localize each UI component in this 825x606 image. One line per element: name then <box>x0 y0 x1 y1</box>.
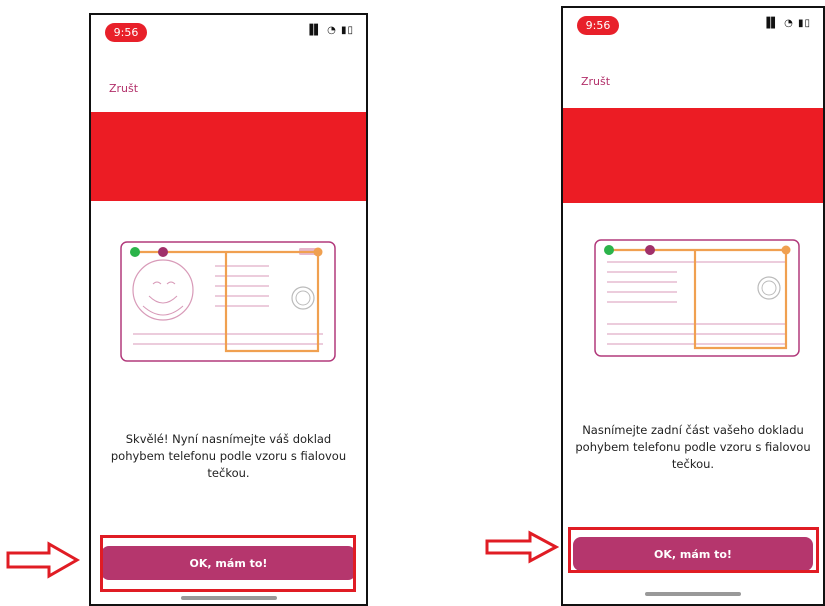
phone-screen-back: 9:56 ▐▌ ◔ ▮▯ Zrušt Nasnímejte zadní část… <box>561 6 825 606</box>
home-indicator <box>180 596 277 600</box>
status-icons: ▐▌ ◔ ▮▯ <box>305 25 354 36</box>
ok-button[interactable]: OK, mám to! <box>573 537 813 571</box>
path-start-dot <box>130 247 140 257</box>
instruction-text: Skvělé! Nyní nasnímejte váš doklad pohyb… <box>110 432 347 480</box>
path-end-dot <box>313 247 323 257</box>
battery-icon: ▮▯ <box>797 18 811 29</box>
wifi-icon: ◔ <box>784 18 794 29</box>
purple-guide-dot <box>645 245 655 255</box>
path-end-dot <box>781 245 791 255</box>
status-icons: ▐▌ ◔ ▮▯ <box>762 18 811 29</box>
purple-guide-dot <box>158 247 168 257</box>
right-arrow-icon <box>6 541 80 579</box>
signal-icon: ▐▌ <box>762 18 780 29</box>
ok-button[interactable]: OK, mám to! <box>101 546 356 580</box>
instruction-text: Nasnímejte zadní část vašeho dokladu poh… <box>575 423 811 471</box>
time-indicator: 9:56 <box>105 23 147 42</box>
cancel-link[interactable]: Zrušt <box>581 75 610 88</box>
cancel-link[interactable]: Zrušt <box>109 82 138 95</box>
id-card-front-illustration <box>120 241 336 362</box>
id-card-back-illustration <box>594 239 800 357</box>
red-banner <box>91 112 366 201</box>
phone-screen-front: 9:56 ▐▌ ◔ ▮▯ Zrušt Skvělé! Nyní nasnímej… <box>89 13 368 606</box>
signal-icon: ▐▌ <box>305 25 323 36</box>
wifi-icon: ◔ <box>327 25 337 36</box>
battery-icon: ▮▯ <box>340 25 354 36</box>
status-bar: 9:56 ▐▌ ◔ ▮▯ <box>91 15 366 47</box>
status-bar: 9:56 ▐▌ ◔ ▮▯ <box>563 8 823 40</box>
home-indicator <box>645 592 741 596</box>
right-arrow-icon <box>485 530 559 564</box>
red-banner <box>563 108 823 203</box>
time-indicator: 9:56 <box>577 16 619 35</box>
path-start-dot <box>604 245 614 255</box>
